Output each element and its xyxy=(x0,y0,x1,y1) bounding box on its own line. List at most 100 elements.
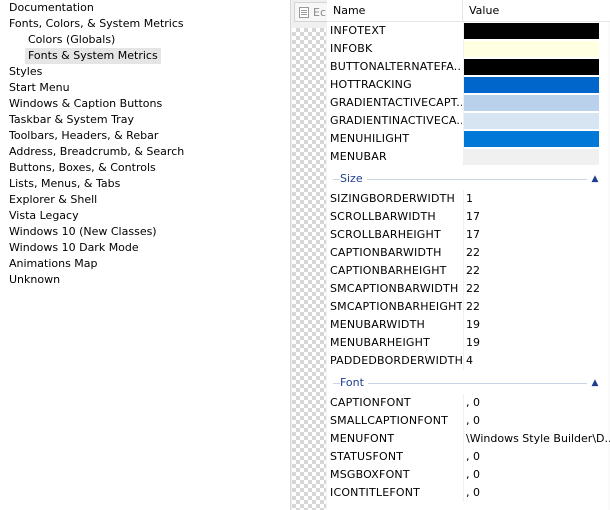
property-row[interactable]: INFOBK xyxy=(327,40,610,58)
property-value[interactable]: 22 xyxy=(466,298,610,316)
group-header-font[interactable]: Font ▲ xyxy=(327,372,610,394)
column-divider xyxy=(463,298,464,316)
tree-item[interactable]: Windows & Caption Buttons xyxy=(6,96,165,112)
property-row[interactable]: SMALLCAPTIONFONT , 0 xyxy=(327,412,610,430)
property-value[interactable]: \Windows Style Builder\D... xyxy=(466,430,610,448)
tree-item[interactable]: Windows 10 Dark Mode xyxy=(6,240,142,256)
column-divider xyxy=(463,466,464,484)
property-value[interactable]: , 0 xyxy=(466,394,610,412)
property-row[interactable]: STATUSFONT , 0 xyxy=(327,448,610,466)
property-name: MENUFONT xyxy=(330,432,395,445)
tree-item[interactable]: Vista Legacy xyxy=(6,208,82,224)
property-value[interactable]: 17 xyxy=(466,226,610,244)
property-value[interactable]: 17 xyxy=(466,208,610,226)
color-swatch[interactable] xyxy=(464,113,599,129)
property-name: CAPTIONBARHEIGHT xyxy=(330,264,447,277)
property-row[interactable]: GRADIENTACTIVECAPT... xyxy=(327,94,610,112)
tree-item[interactable]: Styles xyxy=(6,64,45,80)
property-value[interactable]: , 0 xyxy=(466,484,610,502)
column-header-name[interactable]: Name xyxy=(327,0,463,22)
tree-item[interactable]: Documentation xyxy=(6,0,97,16)
property-value[interactable]: 19 xyxy=(466,334,610,352)
group-header-size[interactable]: Size ▲ xyxy=(327,168,610,190)
property-row[interactable]: CAPTIONBARHEIGHT 22 xyxy=(327,262,610,280)
color-swatch[interactable] xyxy=(464,149,599,165)
tree-item[interactable]: Fonts & System Metrics xyxy=(25,48,161,64)
property-row[interactable]: PADDEDBORDERWIDTH 4 xyxy=(327,352,610,370)
property-value[interactable]: , 0 xyxy=(466,412,610,430)
group-divider-line xyxy=(333,383,587,384)
property-grid: Name Value INFOTEXT INFOBK BUTTONALTERNATE… xyxy=(327,0,610,510)
tree-item[interactable]: Taskbar & System Tray xyxy=(6,112,137,128)
column-divider xyxy=(463,484,464,502)
column-divider xyxy=(463,430,464,448)
group-label: Font xyxy=(340,376,368,389)
property-name: CAPTIONFONT xyxy=(330,396,411,409)
tree-item[interactable]: Lists, Menus, & Tabs xyxy=(6,176,123,192)
property-value[interactable]: 1 xyxy=(466,190,610,208)
tree-item[interactable]: Toolbars, Headers, & Rebar xyxy=(6,128,161,144)
color-swatch[interactable] xyxy=(464,95,599,111)
chevron-up-icon[interactable]: ▲ xyxy=(589,377,601,389)
property-row[interactable]: MSGBOXFONT , 0 xyxy=(327,466,610,484)
property-name: GRADIENTACTIVECAPT... xyxy=(330,96,462,109)
group-label: Size xyxy=(340,172,367,185)
property-row[interactable]: MENUHILIGHT xyxy=(327,130,610,148)
property-value[interactable]: 22 xyxy=(466,280,610,298)
tree-item[interactable]: Unknown xyxy=(6,272,63,288)
column-divider xyxy=(463,412,464,430)
column-divider xyxy=(463,190,464,208)
property-value[interactable]: 22 xyxy=(466,262,610,280)
property-row[interactable]: SIZINGBORDERWIDTH 1 xyxy=(327,190,610,208)
property-row[interactable]: ICONTITLEFONT , 0 xyxy=(327,484,610,502)
tree-item[interactable]: Start Menu xyxy=(6,80,73,96)
tree-item[interactable]: Address, Breadcrumb, & Search xyxy=(6,144,187,160)
property-row[interactable]: MENUBARHEIGHT 19 xyxy=(327,334,610,352)
property-row[interactable]: MENUFONT \Windows Style Builder\D... xyxy=(327,430,610,448)
property-row[interactable]: MENUBAR xyxy=(327,148,610,166)
property-row[interactable]: CAPTIONFONT , 0 xyxy=(327,394,610,412)
property-row[interactable]: HOTTRACKING xyxy=(327,76,610,94)
property-value[interactable]: , 0 xyxy=(466,466,610,484)
property-value[interactable]: , 0 xyxy=(466,448,610,466)
property-row[interactable]: CAPTIONBARWIDTH 22 xyxy=(327,244,610,262)
column-divider xyxy=(463,316,464,334)
property-row[interactable]: SCROLLBARHEIGHT 17 xyxy=(327,226,610,244)
group-divider-line xyxy=(333,179,587,180)
column-header-value[interactable]: Value xyxy=(463,0,610,22)
property-name: SIZINGBORDERWIDTH xyxy=(330,192,456,205)
property-name: SCROLLBARHEIGHT xyxy=(330,228,441,241)
tree-item[interactable]: Colors (Globals) xyxy=(25,32,118,48)
property-name: STATUSFONT xyxy=(330,450,404,463)
property-row[interactable]: SCROLLBARWIDTH 17 xyxy=(327,208,610,226)
nav-tree: Documentation Fonts, Colors, & System Met… xyxy=(0,0,287,510)
color-swatch[interactable] xyxy=(464,77,599,93)
column-divider xyxy=(463,208,464,226)
color-swatch[interactable] xyxy=(464,23,599,39)
tree-item[interactable]: Animations Map xyxy=(6,256,101,272)
tree-item[interactable]: Buttons, Boxes, & Controls xyxy=(6,160,159,176)
color-swatch[interactable] xyxy=(464,59,599,75)
column-divider xyxy=(463,226,464,244)
property-row[interactable]: SMCAPTIONBARHEIGHT 22 xyxy=(327,298,610,316)
property-value[interactable]: 19 xyxy=(466,316,610,334)
column-divider xyxy=(463,394,464,412)
tree-item[interactable]: Explorer & Shell xyxy=(6,192,100,208)
tree-item[interactable]: Windows 10 (New Classes) xyxy=(6,224,160,240)
chevron-up-icon[interactable]: ▲ xyxy=(589,173,601,185)
preview-tab[interactable]: Ec xyxy=(294,2,328,22)
property-name: SMALLCAPTIONFONT xyxy=(330,414,449,427)
property-name: ICONTITLEFONT xyxy=(330,486,421,499)
property-name: CAPTIONBARWIDTH xyxy=(330,246,442,259)
property-row[interactable]: MENUBARWIDTH 19 xyxy=(327,316,610,334)
tree-item[interactable]: Fonts, Colors, & System Metrics xyxy=(6,16,187,32)
property-row[interactable]: BUTTONALTERNATEFA... xyxy=(327,58,610,76)
column-divider xyxy=(463,262,464,280)
property-value[interactable]: 22 xyxy=(466,244,610,262)
color-swatch[interactable] xyxy=(464,41,599,57)
color-swatch[interactable] xyxy=(464,131,599,147)
property-value[interactable]: 4 xyxy=(466,352,610,370)
property-row[interactable]: INFOTEXT xyxy=(327,22,610,40)
property-row[interactable]: SMCAPTIONBARWIDTH 22 xyxy=(327,280,610,298)
property-row[interactable]: GRADIENTINACTIVECA... xyxy=(327,112,610,130)
